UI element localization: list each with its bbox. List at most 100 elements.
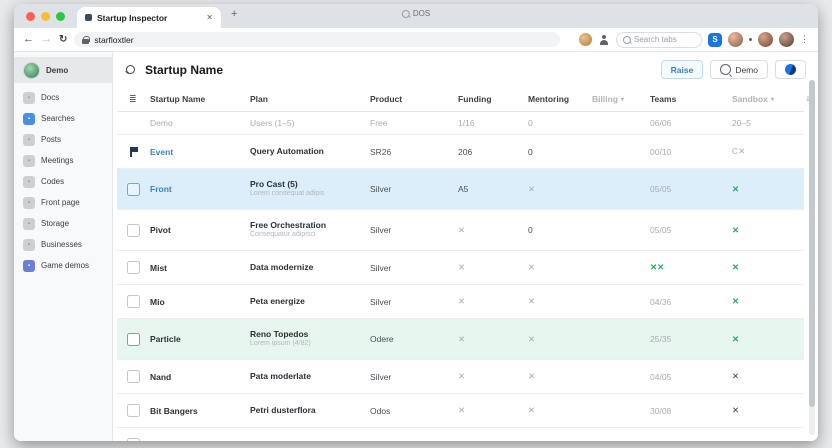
funding-cell: ✕: [458, 405, 466, 415]
address-bar[interactable]: starfloxtler: [74, 32, 561, 47]
browser-tab[interactable]: Startup Inspector ✕: [77, 7, 221, 28]
column-header-teams[interactable]: Teams: [650, 94, 732, 104]
sidebar-item-searches[interactable]: ▪ Searches: [14, 108, 112, 129]
table-row[interactable]: Nand Pata moderlate Silver ✕ ✕ 04/05 ✕: [117, 360, 804, 394]
profile-avatar[interactable]: [779, 32, 794, 47]
startup-name-cell: Bit Bangers: [150, 406, 250, 416]
row-select-cell[interactable]: [117, 261, 150, 274]
row-checkbox[interactable]: [127, 370, 140, 383]
chevron-down-icon: ▾: [620, 96, 624, 103]
close-window-button[interactable]: [26, 11, 35, 21]
sidebar-item-codes[interactable]: ▪ Codes: [14, 171, 112, 192]
table-row[interactable]: Mio Peta energize Silver ✕ ✕ 04/36 ✕: [117, 285, 804, 319]
browser-menu-icon[interactable]: ⋮: [800, 34, 809, 45]
row-checkbox[interactable]: [127, 295, 140, 308]
sidebar-profile[interactable]: Demo: [14, 57, 112, 83]
row-select-cell[interactable]: [117, 332, 150, 346]
column-header-funding[interactable]: Funding: [458, 94, 528, 104]
sidebar-item-label: Game demos: [41, 261, 90, 270]
sidebar-item-businesses[interactable]: ▪ Businesses: [14, 234, 112, 255]
back-button[interactable]: ←: [23, 34, 34, 45]
row-select-cell[interactable]: [117, 182, 150, 196]
extension-badge-icon[interactable]: S: [708, 32, 722, 47]
demo-button[interactable]: Demo: [710, 60, 768, 79]
column-label: Funding: [458, 94, 492, 104]
forward-button[interactable]: →: [41, 34, 52, 45]
table-row[interactable]: Front Pro Cast (5) Lorem consequat adipis S…: [117, 169, 804, 210]
table-row[interactable]: Particle Reno Topedos Lorem ipsum (4/82) Od…: [117, 319, 804, 360]
search-icon[interactable]: [125, 64, 136, 75]
raise-button[interactable]: Raise: [660, 60, 704, 79]
tab-close-icon[interactable]: ✕: [206, 13, 213, 22]
plan-cell: Pata moderlate: [250, 371, 370, 382]
table-row[interactable]: Mist Data modernize Silver ✕ ✕ ✕✕ ✕: [117, 251, 804, 285]
pinned-row-cell[interactable]: [117, 146, 150, 157]
funding-cell: ✕: [458, 439, 528, 441]
column-header-plan[interactable]: Plan: [250, 94, 370, 104]
tab-search-placeholder: Search tabs: [634, 35, 677, 44]
startup-name-cell: Demo: [150, 118, 250, 128]
row-checkbox[interactable]: [127, 182, 140, 196]
row-select-cell[interactable]: [117, 370, 150, 383]
column-header-billing[interactable]: Billing ▾: [592, 94, 650, 104]
sidebar-item-front-page[interactable]: ▪ Front page: [14, 192, 112, 213]
table-row[interactable]: Pivot Free Orchestration Consequatur adipi…: [117, 210, 804, 251]
coin-extension-icon[interactable]: [579, 33, 592, 46]
product-cell: Sioo: [370, 440, 458, 442]
tab-strip: Startup Inspector ✕ + DOS: [14, 4, 818, 28]
row-select-cell[interactable]: [117, 295, 150, 308]
tab-favicon-icon: [85, 14, 92, 21]
teams-cell: 00/10: [650, 146, 672, 157]
plan-cell: Query Automation: [250, 146, 370, 157]
row-checkbox[interactable]: [127, 438, 140, 441]
column-header-product[interactable]: Product: [370, 94, 458, 104]
sidebar-item-meetings[interactable]: ▪ Meetings: [14, 150, 112, 171]
sidebar-item-storage[interactable]: ▪ Storage: [14, 213, 112, 234]
sidebar-item-posts[interactable]: ▪ Posts: [14, 129, 112, 150]
theme-toggle-button[interactable]: [775, 60, 806, 79]
search-icon: [401, 9, 410, 18]
row-checkbox[interactable]: [127, 223, 140, 237]
new-tab-button[interactable]: +: [231, 8, 237, 20]
table-row[interactable]: Bit Bangers Petri dusterflora Odos ✕ ✕ 30/08 ✕: [117, 394, 804, 428]
table-row[interactable]: RioDisar tedgalesSioo✕✕06/16116: [117, 428, 804, 441]
businesses-icon: ▪: [23, 238, 35, 251]
row-checkbox[interactable]: [127, 404, 140, 417]
column-header-startup-name[interactable]: Startup Name: [150, 94, 250, 104]
docs-icon: ▪: [23, 91, 35, 104]
sidebar-item-game-demos[interactable]: ▪ Game demos: [14, 255, 112, 276]
column-label: Startup Name: [150, 94, 206, 104]
product-cell: Silver: [370, 296, 392, 307]
avatar[interactable]: [728, 32, 743, 47]
scrollbar-thumb[interactable]: [809, 80, 815, 407]
maximize-window-button[interactable]: [56, 11, 65, 21]
person-icon[interactable]: [598, 34, 610, 46]
startup-name: Demo: [150, 118, 173, 128]
row-select-cell[interactable]: [117, 223, 150, 237]
funding-cell: ✕: [458, 371, 466, 381]
plan-name: Petri dusterflora: [250, 405, 316, 416]
startup-name: Pivot: [150, 225, 171, 235]
table-row[interactable]: Event Query Automation SR26 206 0 00/10 C✕: [117, 135, 804, 169]
minimize-window-button[interactable]: [41, 11, 50, 21]
avatar[interactable]: [758, 32, 773, 47]
row-checkbox[interactable]: [127, 261, 140, 274]
column-drag-icon[interactable]: ≣: [117, 94, 150, 105]
lock-icon: [82, 35, 91, 44]
startup-name-link[interactable]: Front: [150, 184, 172, 194]
row-select-cell[interactable]: [117, 438, 150, 441]
titlebar-hint: DOS: [401, 9, 430, 18]
table-scrollbar[interactable]: [809, 80, 815, 435]
tab-search-field[interactable]: Search tabs: [616, 31, 702, 48]
column-header-sandbox[interactable]: Sandbox ▾: [732, 94, 806, 104]
plan-name: Free Orchestration: [250, 220, 327, 231]
sandbox-cell: 116: [732, 440, 806, 442]
table-row[interactable]: Demo Users (1–5) Free 1/16 0 06/06 20–5: [117, 112, 804, 135]
row-select-cell[interactable]: [117, 404, 150, 417]
sidebar-item-docs[interactable]: ▪ Docs: [14, 87, 112, 108]
startup-name-link[interactable]: Event: [150, 147, 173, 157]
row-checkbox[interactable]: [127, 332, 140, 346]
plan-subtitle: Lorem consequat adipis: [250, 190, 325, 198]
reload-button[interactable]: ↻: [59, 34, 67, 45]
column-header-mentoring[interactable]: Mentoring: [528, 94, 592, 104]
